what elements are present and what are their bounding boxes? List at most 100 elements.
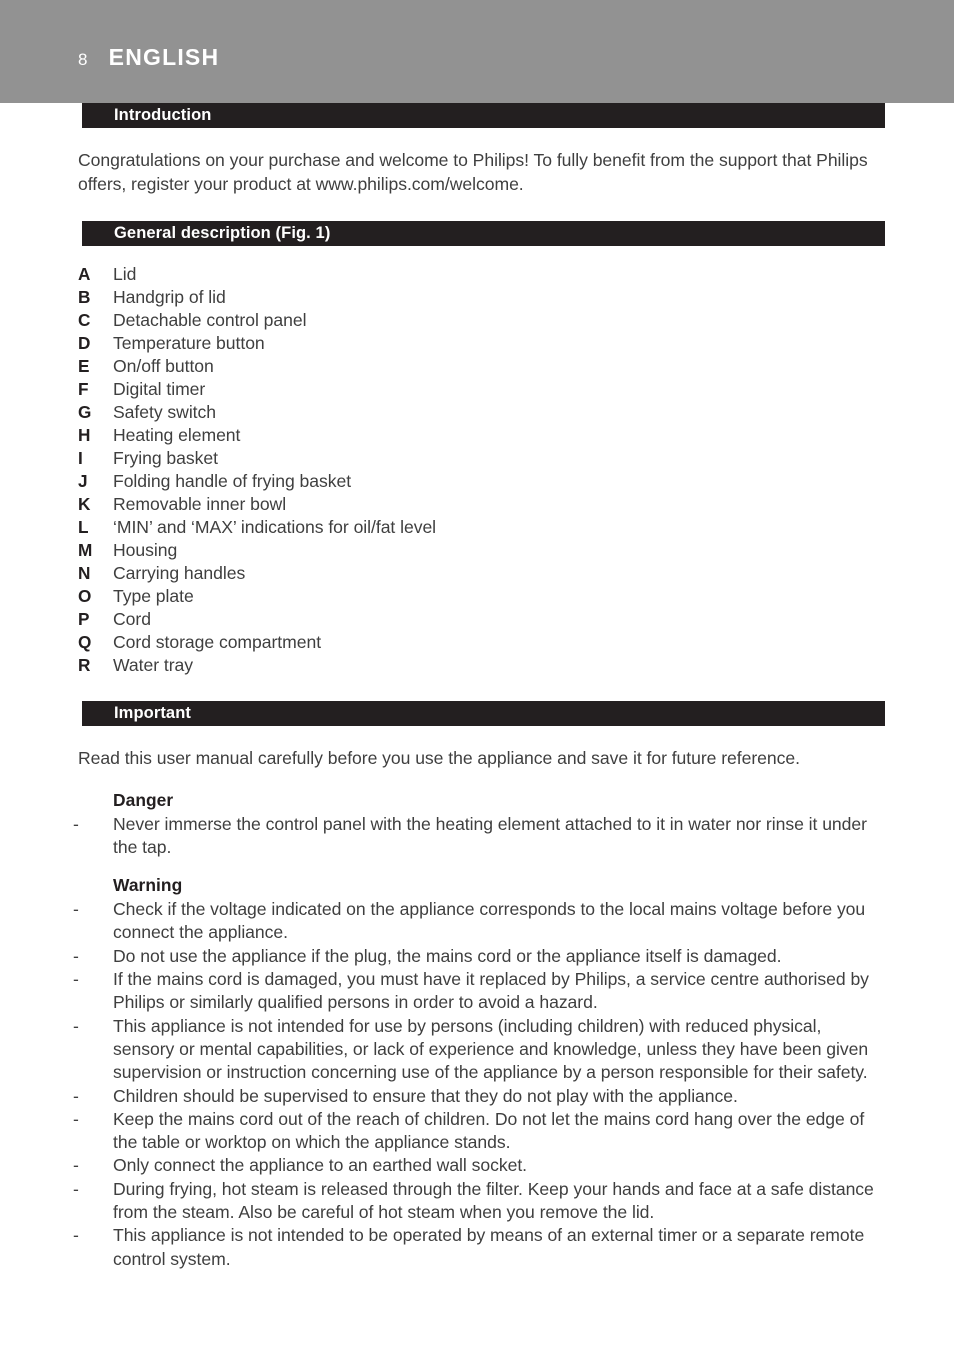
bullet-dash-marker: - [73,969,79,990]
part-label: Housing [113,540,178,560]
part-label: Removable inner bowl [113,494,287,514]
bullet-item: - Children should be supervised to ensure… [73,1085,954,1108]
part-row: A Lid [78,264,954,287]
part-row: R Water tray [78,655,954,678]
part-row: H Heating element [78,425,954,448]
part-label: Safety switch [113,402,216,422]
bullet-dash-marker: - [73,1155,79,1176]
part-row: B Handgrip of lid [78,287,954,310]
part-label: On/off button [113,356,214,376]
part-letter: D [78,333,91,353]
important-paragraph: Read this user manual carefully before y… [78,748,800,768]
part-label: Cord storage compartment [113,632,322,652]
running-title-english: ENGLISH [108,44,220,70]
part-label: Temperature button [113,333,265,353]
bullet-text: If the mains cord is damaged, you must h… [113,969,869,1013]
bullet-dash-marker: - [73,813,79,834]
bullet-dash-marker: - [73,1225,79,1246]
part-letter: N [78,563,91,583]
part-row: I Frying basket [78,448,954,471]
bullet-text: During frying, hot steam is released thr… [113,1178,874,1223]
part-letter: F [78,379,89,399]
page-content: Introduction Congratulations on your pur… [0,103,954,1271]
bullet-text: Check if the voltage indicated on the ap… [113,899,866,943]
part-row: E On/off button [78,356,954,379]
part-letter: B [78,287,91,307]
bullet-item: - Check if the voltage indicated on the a… [73,898,954,945]
part-letter: G [78,402,92,422]
part-letter: K [78,494,91,514]
part-letter: H [78,425,91,445]
bullet-item: - During frying, hot steam is released th… [73,1178,954,1225]
part-letter: E [78,356,90,376]
part-label: Carrying handles [113,563,246,583]
part-row: J Folding handle of frying basket [78,471,954,494]
page-running-header: 8 ENGLISH [0,0,954,103]
part-row: G Safety switch [78,402,954,425]
part-row: L ‘MIN’ and ‘MAX’ indications for oil/fat… [78,517,954,540]
section-bar-important: Important [82,701,885,726]
bullet-text: This appliance is not intended to be ope… [113,1225,865,1269]
warning-bullet-list: - Check if the voltage indicated on the a… [0,898,954,1271]
part-letter: P [78,609,90,629]
section-bar-introduction-label: Introduction [114,106,212,125]
bullet-item: - This appliance is not intended to be op… [73,1224,954,1271]
part-label: Lid [113,264,137,284]
part-row: C Detachable control panel [78,310,954,333]
bullet-dash-marker: - [73,945,79,966]
part-label: Detachable control panel [113,310,307,330]
part-letter: O [78,586,92,606]
part-letter: A [78,264,91,284]
part-label: Water tray [113,655,193,675]
section-bar-introduction: Introduction [82,103,885,128]
part-row: D Temperature button [78,333,954,356]
section-bar-general-description: General description (Fig. 1) [82,221,885,246]
part-letter: M [78,540,93,560]
parts-list: A Lid B Handgrip of lid C Detachable control … [78,264,954,678]
part-row: O Type plate [78,586,954,609]
section-bar-general-description-label: General description (Fig. 1) [114,224,331,243]
part-label: Type plate [113,586,194,606]
bullet-text: This appliance is not intended for use b… [113,1015,869,1083]
bullet-text: Children should be supervised to ensure … [113,1085,738,1106]
danger-bullet-list: - Never immerse the control panel with th… [0,813,954,860]
bullet-dash-marker: - [73,1085,79,1106]
part-label: Digital timer [113,379,206,399]
part-label: Handgrip of lid [113,287,226,307]
bullet-item: - Do not use the appliance if the plug, t… [73,945,954,968]
subheading-danger: Danger [113,789,174,810]
bullet-item: - Never immerse the control panel with th… [73,813,954,860]
bullet-text: Keep the mains cord out of the reach of … [113,1108,865,1153]
part-letter: J [78,471,88,491]
part-row: N Carrying handles [78,563,954,586]
part-row: K Removable inner bowl [78,494,954,517]
part-row: F Digital timer [78,379,954,402]
part-label: Frying basket [113,448,218,468]
bullet-dash-marker: - [73,1178,79,1199]
introduction-paragraph: Congratulations on your purchase and wel… [78,150,868,194]
part-label: ‘MIN’ and ‘MAX’ indications for oil/fat … [113,517,437,537]
part-letter: Q [78,632,92,652]
bullet-dash-marker: - [73,899,79,920]
bullet-text: Never immerse the control panel with the… [113,813,867,857]
bullet-item: - If the mains cord is damaged, you must … [73,968,954,1015]
part-label: Heating element [113,425,241,445]
bullet-dash-marker: - [73,1108,79,1129]
bullet-text: Do not use the appliance if the plug, th… [113,945,782,966]
subheading-warning: Warning [113,875,183,896]
bullet-item: - Only connect the appliance to an earthe… [73,1154,954,1177]
part-letter: I [78,448,83,468]
part-letter: L [78,517,89,537]
part-label: Cord [113,609,151,629]
part-row: Q Cord storage compartment [78,632,954,655]
part-letter: R [78,655,91,675]
bullet-text: Only connect the appliance to an earthed… [113,1155,527,1176]
bullet-item: - This appliance is not intended for use … [73,1015,954,1085]
running-header-content: 8 ENGLISH [78,44,219,71]
page-number: 8 [78,50,88,69]
bullet-dash-marker: - [73,1015,79,1036]
section-bar-important-label: Important [114,704,191,723]
part-row: P Cord [78,609,954,632]
part-row: M Housing [78,540,954,563]
part-letter: C [78,310,91,330]
